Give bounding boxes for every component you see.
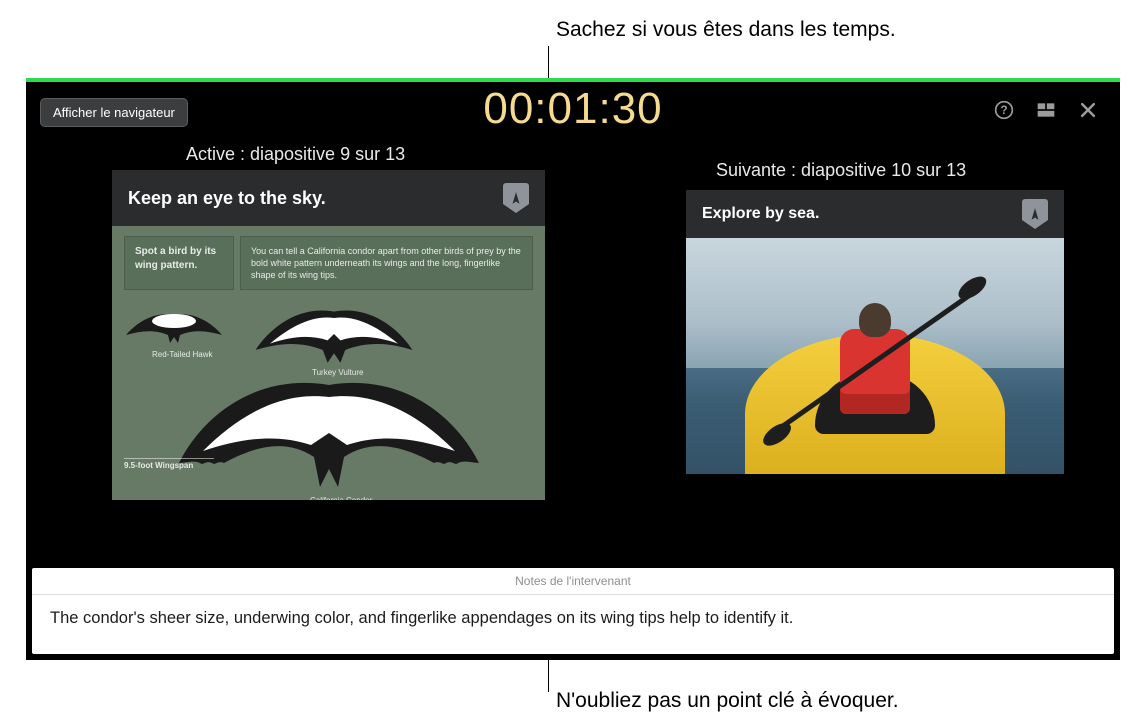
wingspan-label: 9.5-foot Wingspan [124,458,214,470]
current-slide-title: Keep an eye to the sky. [128,188,326,209]
layout-icon[interactable] [1036,100,1056,120]
presenter-display: Afficher le navigateur 00:01:30 ? Active… [26,78,1120,660]
presentation-timer[interactable]: 00:01:30 [26,84,1120,134]
shield-icon [1022,199,1048,229]
slides-area: Active : diapositive 9 sur 13 Suivante :… [26,140,1120,540]
slide-panel-left: Spot a bird by its wing pattern. [124,236,234,290]
help-icon[interactable]: ? [994,100,1014,120]
notes-header: Notes de l'intervenant [32,568,1114,595]
close-icon[interactable] [1078,100,1098,120]
presenter-toolbar: Afficher le navigateur 00:01:30 ? [26,82,1120,140]
current-slide[interactable]: Keep an eye to the sky. Spot a bird by i… [112,170,545,500]
leader-line [548,659,549,692]
notes-body: The condor's sheer size, underwing color… [32,595,1114,654]
shield-icon [503,183,529,213]
slide-panel-right: You can tell a California condor apart f… [240,236,533,290]
svg-text:?: ? [1000,104,1007,117]
bird-caption-1: Red-Tailed Hawk [152,350,212,359]
presenter-notes: Notes de l'intervenant The condor's shee… [32,568,1114,654]
current-slide-label: Active : diapositive 9 sur 13 [186,144,405,165]
bird-caption-3: California Condor [310,496,372,500]
callout-notes: N'oubliez pas un point clé à évoquer. [556,689,899,713]
kayak-image [686,238,1064,474]
next-slide[interactable]: Explore by sea. [686,190,1064,474]
birds-illustration: Red-Tailed Hawk Turkey Vulture Californi… [124,298,534,418]
callout-timer: Sachez si vous êtes dans les temps. [556,18,896,42]
next-slide-label: Suivante : diapositive 10 sur 13 [716,160,966,181]
next-slide-title: Explore by sea. [702,205,819,223]
